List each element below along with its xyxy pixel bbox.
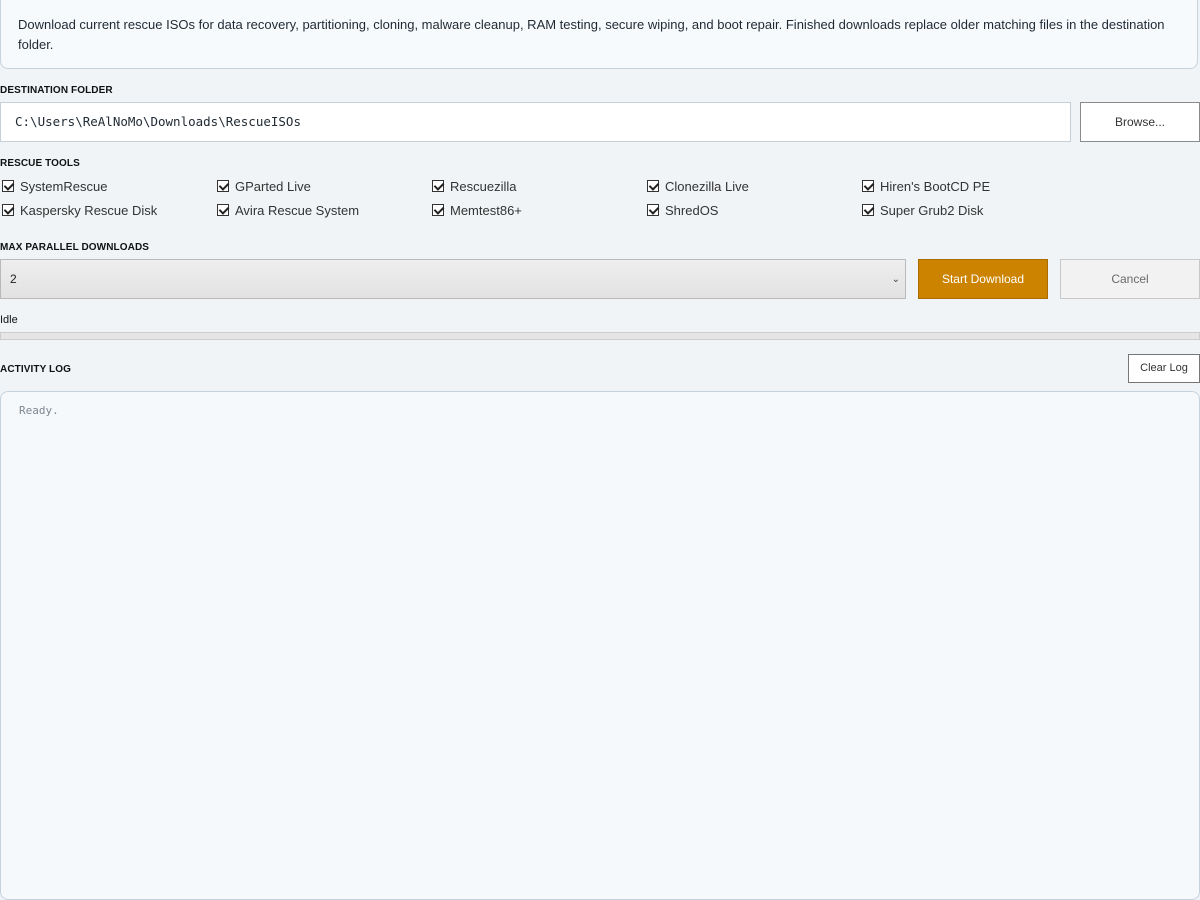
checkbox-checked-icon[interactable] (862, 204, 874, 216)
tool-checkbox-super-grub2-disk[interactable]: Super Grub2 Disk (862, 200, 983, 220)
tool-label: Kaspersky Rescue Disk (20, 202, 158, 218)
activity-log-textarea[interactable]: Ready. (0, 391, 1200, 900)
checkbox-checked-icon[interactable] (2, 204, 14, 216)
rescue-tools-label: RESCUE TOOLS (0, 158, 80, 169)
checkbox-checked-icon[interactable] (217, 180, 229, 192)
max-parallel-downloads-select[interactable]: 2 ⌄ (0, 259, 906, 299)
tool-label: Clonezilla Live (665, 178, 749, 194)
tool-checkbox-shredos[interactable]: ShredOS (647, 200, 718, 220)
destination-path-input[interactable]: C:\Users\ReAlNoMo\Downloads\RescueISOs (0, 102, 1071, 142)
tool-label: Hiren's BootCD PE (880, 178, 991, 194)
tool-checkbox-rescuezilla[interactable]: Rescuezilla (432, 176, 516, 196)
checkbox-checked-icon[interactable] (647, 204, 659, 216)
max-parallel-downloads-label: MAX PARALLEL DOWNLOADS (0, 242, 150, 253)
select-value: 2 (10, 272, 17, 286)
activity-log-label: ACTIVITY LOG (0, 364, 72, 375)
tool-checkbox-systemrescue[interactable]: SystemRescue (2, 176, 107, 196)
cancel-button[interactable]: Cancel (1060, 259, 1200, 299)
status-text: Idle (0, 314, 18, 326)
tool-label: GParted Live (235, 178, 311, 194)
checkbox-checked-icon[interactable] (217, 204, 229, 216)
checkbox-checked-icon[interactable] (862, 180, 874, 192)
tool-label: Memtest86+ (450, 202, 522, 218)
app-window: Download current rescue ISOs for data re… (0, 0, 1200, 900)
tool-label: Super Grub2 Disk (880, 202, 984, 218)
start-download-button[interactable]: Start Download (918, 259, 1048, 299)
tool-label: SystemRescue (20, 178, 108, 194)
chevron-down-icon: ⌄ (891, 274, 900, 285)
tool-label: ShredOS (665, 202, 719, 218)
checkbox-checked-icon[interactable] (432, 180, 444, 192)
tool-checkbox-memtest86[interactable]: Memtest86+ (432, 200, 522, 220)
log-text: Ready. (19, 404, 59, 417)
tool-checkbox-avira-rescue-system[interactable]: Avira Rescue System (217, 200, 359, 220)
tool-label: Rescuezilla (450, 178, 517, 194)
checkbox-checked-icon[interactable] (432, 204, 444, 216)
progress-bar (0, 332, 1200, 340)
tool-checkbox-clonezilla-live[interactable]: Clonezilla Live (647, 176, 749, 196)
browse-button[interactable]: Browse... (1080, 102, 1200, 142)
destination-folder-label: DESTINATION FOLDER (0, 85, 113, 96)
checkbox-checked-icon[interactable] (2, 180, 14, 192)
tool-checkbox-gparted-live[interactable]: GParted Live (217, 176, 311, 196)
checkbox-checked-icon[interactable] (647, 180, 659, 192)
clear-log-button[interactable]: Clear Log (1128, 354, 1200, 383)
tool-label: Avira Rescue System (235, 202, 360, 218)
tool-checkbox-hirens-bootcd-pe[interactable]: Hiren's BootCD PE (862, 176, 990, 196)
info-description: Download current rescue ISOs for data re… (0, 0, 1198, 69)
tool-checkbox-kaspersky-rescue-disk[interactable]: Kaspersky Rescue Disk (2, 200, 157, 220)
